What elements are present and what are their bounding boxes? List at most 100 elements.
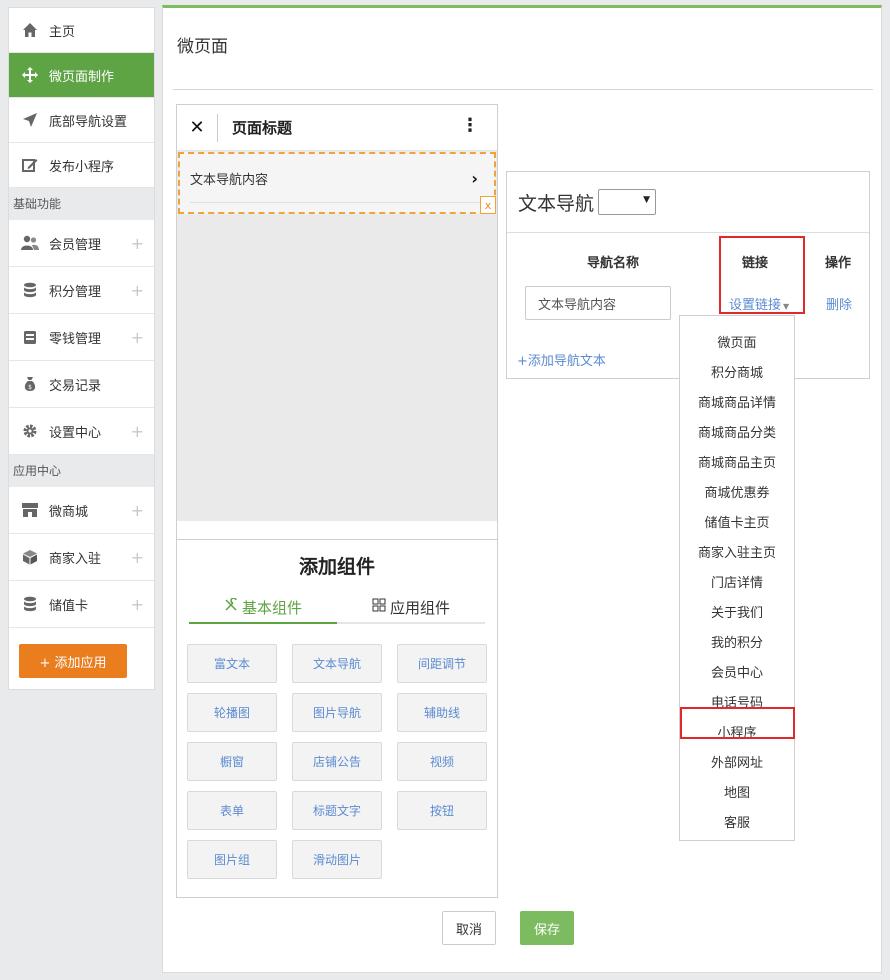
text-nav-row[interactable]: 文本导航内容 › [190, 154, 484, 203]
sidebar-item-bottom-nav[interactable]: 底部导航设置 [9, 98, 154, 143]
sidebar-item-stored-card[interactable]: 储值卡 + [9, 581, 154, 628]
component-title-text-button[interactable]: 标题文字 [292, 791, 382, 830]
dropdown-option[interactable]: 储值卡主页 [680, 506, 794, 536]
grid-icon [372, 598, 386, 616]
dropdown-option[interactable]: 商家入驻主页 [680, 536, 794, 566]
sidebar-item-wallet[interactable]: 零钱管理 + [9, 314, 154, 361]
dropdown-option[interactable]: 商城商品详情 [680, 386, 794, 416]
component-rich-text-button[interactable]: 富文本 [187, 644, 277, 683]
component-image-group-button[interactable]: 图片组 [187, 840, 277, 879]
move-arrows-icon [21, 66, 39, 84]
delete-link[interactable]: 删除 [826, 294, 852, 313]
main-panel: 微页面 ✕ 页面标题 ⋮ 文本导航内容 › x 添加组件 基本组件 应用组件 富… [162, 5, 882, 973]
dropdown-option[interactable]: 关于我们 [680, 596, 794, 626]
phone-header: ✕ 页面标题 ⋮ [177, 105, 497, 151]
tab-app-components[interactable]: 应用组件 [337, 592, 485, 622]
title-divider [173, 89, 873, 90]
sidebar-item-members[interactable]: 会员管理 + [9, 220, 154, 267]
dropdown-option[interactable]: 商城优惠券 [680, 476, 794, 506]
dropdown-option[interactable]: 积分商城 [680, 356, 794, 386]
dropdown-option[interactable]: 地图 [680, 776, 794, 806]
edit-icon [21, 156, 39, 174]
expand-plus-icon[interactable]: + [131, 501, 144, 520]
gear-icon [21, 422, 39, 440]
save-button[interactable]: 保存 [520, 911, 574, 945]
dropdown-option[interactable]: 商城商品分类 [680, 416, 794, 446]
tab-basic-components[interactable]: 基本组件 [189, 592, 337, 624]
sidebar-item-publish[interactable]: 发布小程序 [9, 143, 154, 188]
tab-label: 基本组件 [241, 598, 302, 617]
tools-icon [224, 597, 238, 616]
phone-canvas: 文本导航内容 › x [177, 151, 497, 521]
component-video-button[interactable]: 视频 [397, 742, 487, 781]
phone-preview: ✕ 页面标题 ⋮ 文本导航内容 › x 添加组件 基本组件 应用组件 富文本 文… [176, 104, 498, 898]
sidebar-item-micro-page[interactable]: 微页面制作 [9, 53, 154, 98]
component-form-button[interactable]: 表单 [187, 791, 277, 830]
config-header: 文本导航 [507, 172, 869, 233]
dropdown-option[interactable]: 门店详情 [680, 566, 794, 596]
component-spacing-button[interactable]: 间距调节 [397, 644, 487, 683]
database-icon [21, 595, 39, 613]
home-icon [21, 21, 39, 39]
dropdown-option[interactable]: 客服 [680, 806, 794, 836]
phone-page-title[interactable]: 页面标题 [232, 117, 292, 138]
text-nav-label: 文本导航内容 [190, 172, 269, 188]
sidebar-item-label: 会员管理 [49, 237, 102, 253]
svg-text:$: $ [28, 384, 32, 391]
expand-plus-icon[interactable]: + [131, 422, 144, 441]
component-tabs: 基本组件 应用组件 [189, 592, 485, 624]
dropdown-option[interactable]: 微页面 [680, 326, 794, 356]
sidebar-item-label: 发布小程序 [49, 159, 115, 175]
sidebar-item-label: 微商城 [49, 504, 89, 520]
component-slide-image-button[interactable]: 滑动图片 [292, 840, 382, 879]
section-label-basic: 基础功能 [9, 188, 154, 220]
component-guide-line-button[interactable]: 辅助线 [397, 693, 487, 732]
add-component-title: 添加组件 [298, 556, 375, 578]
dropdown-option[interactable]: 我的积分 [680, 626, 794, 656]
dropdown-option[interactable]: 会员中心 [680, 656, 794, 686]
sidebar-item-label: 微页面制作 [49, 69, 115, 85]
money-bag-icon: $ [21, 375, 39, 393]
expand-plus-icon[interactable]: + [131, 595, 144, 614]
column-header-name: 导航名称 [587, 256, 640, 271]
sidebar-item-settings[interactable]: 设置中心 + [9, 408, 154, 455]
sidebar-item-points[interactable]: 积分管理 + [9, 267, 154, 314]
sidebar-item-merchant[interactable]: 商家入驻 + [9, 534, 154, 581]
link-dropdown-menu: 微页面 积分商城 商城商品详情 商城商品分类 商城商品主页 商城优惠券 储值卡主… [679, 315, 795, 841]
add-app-button[interactable]: + 添加应用 [19, 644, 127, 678]
component-text-nav-button[interactable]: 文本导航 [292, 644, 382, 683]
sidebar-item-transactions[interactable]: $ 交易记录 [9, 361, 154, 408]
component-button-button[interactable]: 按钮 [397, 791, 487, 830]
delete-component-button[interactable]: x [480, 196, 496, 214]
component-image-nav-button[interactable]: 图片导航 [292, 693, 382, 732]
expand-plus-icon[interactable]: + [131, 234, 144, 253]
box-icon [21, 548, 39, 566]
database-icon [21, 281, 39, 299]
dropdown-option[interactable]: 商城商品主页 [680, 446, 794, 476]
expand-plus-icon[interactable]: + [131, 548, 144, 567]
more-icon[interactable]: ⋮ [461, 115, 479, 136]
nav-name-input[interactable]: 文本导航内容 [525, 286, 671, 320]
expand-plus-icon[interactable]: + [131, 328, 144, 347]
sidebar-item-label: 交易记录 [49, 378, 102, 394]
style-select[interactable] [598, 189, 657, 215]
wallet-icon [21, 328, 39, 346]
add-nav-text-link[interactable]: +添加导航文本 [517, 350, 606, 369]
cancel-button[interactable]: 取消 [442, 911, 496, 945]
close-icon[interactable]: ✕ [177, 117, 217, 138]
sidebar-item-mall[interactable]: 微商城 + [9, 487, 154, 534]
navigation-arrow-icon [21, 111, 39, 129]
component-notice-button[interactable]: 店铺公告 [292, 742, 382, 781]
sidebar-item-home[interactable]: 主页 [9, 8, 154, 53]
expand-plus-icon[interactable]: + [131, 281, 144, 300]
component-carousel-button[interactable]: 轮播图 [187, 693, 277, 732]
sidebar: 主页 微页面制作 底部导航设置 发布小程序 基础功能 会员管理 + 积分管理 + [8, 7, 155, 690]
store-icon [21, 501, 39, 519]
sidebar-item-label: 设置中心 [49, 425, 102, 441]
sidebar-item-label: 主页 [49, 24, 76, 40]
text-nav-component[interactable]: 文本导航内容 › x [178, 152, 496, 214]
page-title: 微页面 [177, 37, 228, 57]
sidebar-item-label: 零钱管理 [49, 331, 102, 347]
dropdown-option[interactable]: 外部网址 [680, 746, 794, 776]
component-showcase-button[interactable]: 橱窗 [187, 742, 277, 781]
